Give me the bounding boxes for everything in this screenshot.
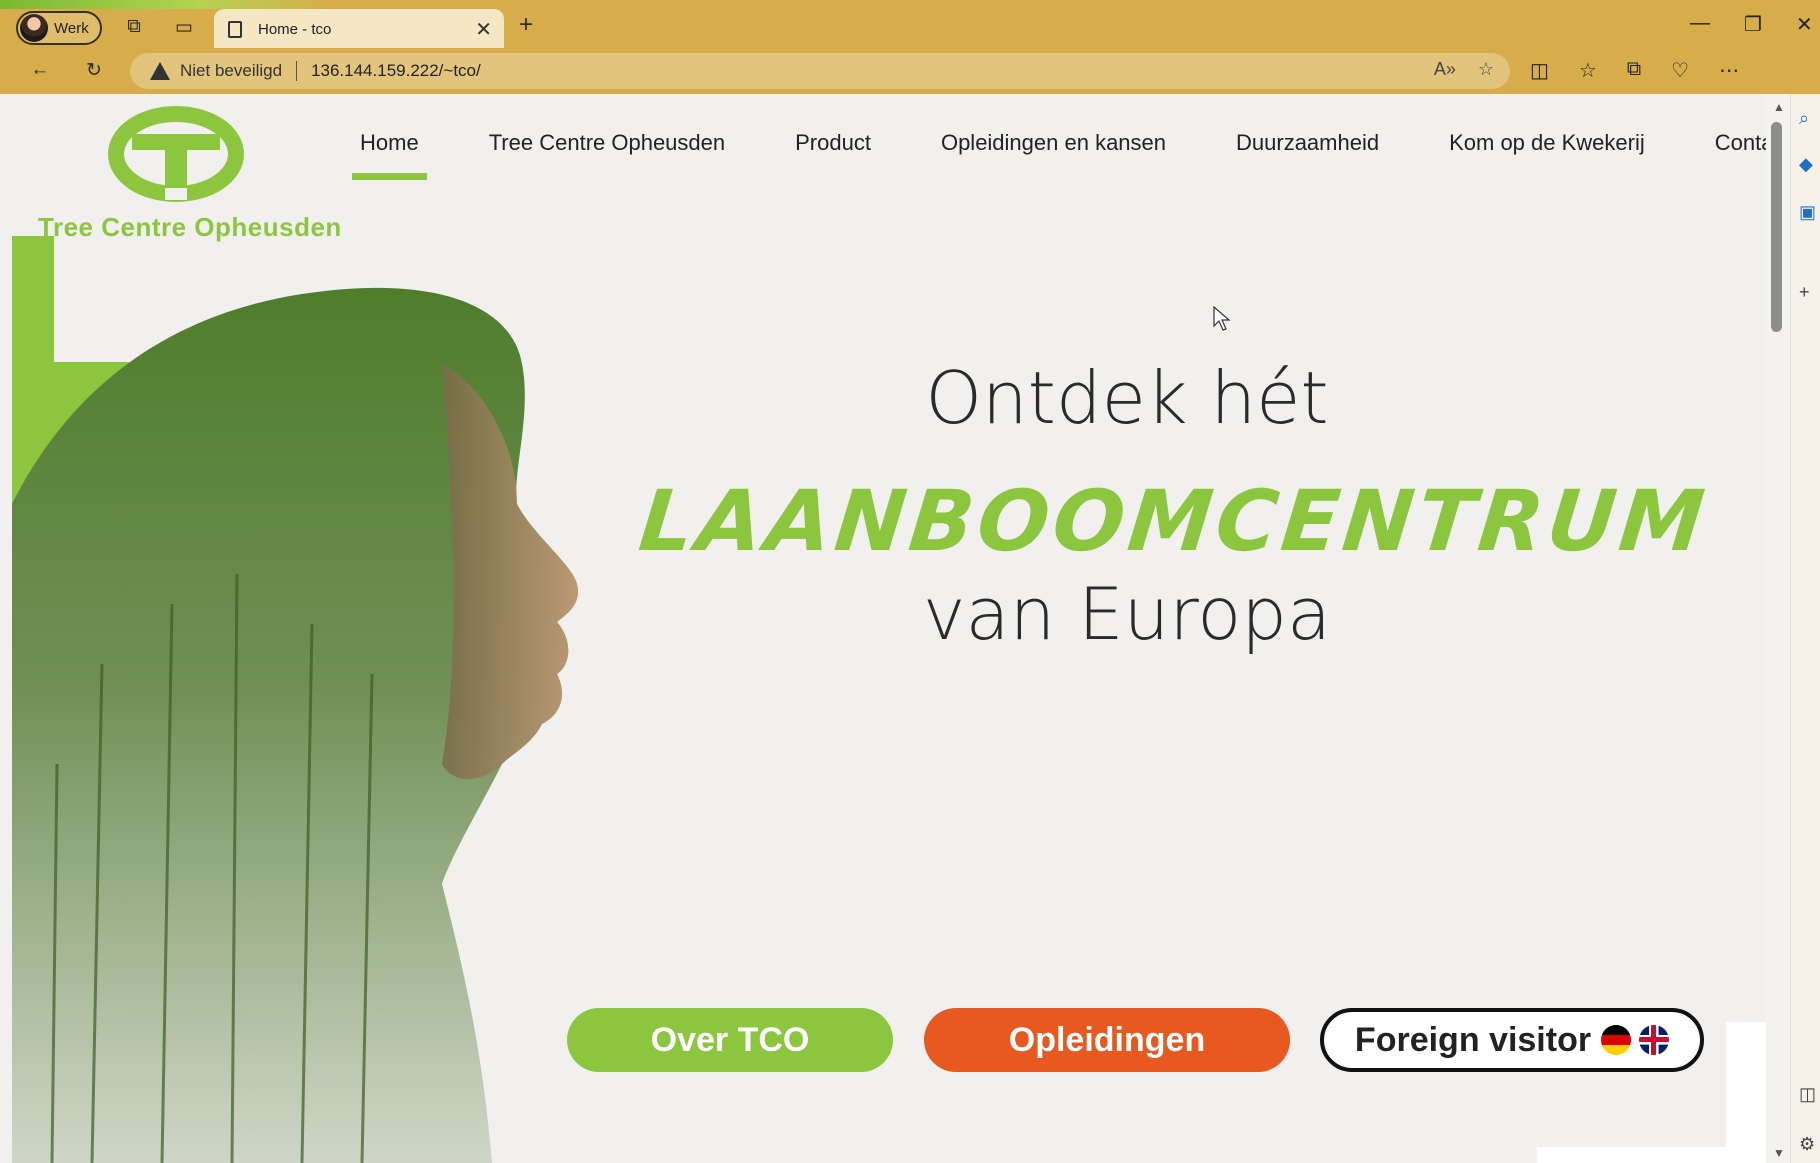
page-icon: [228, 20, 242, 38]
web-page: Tree Centre Opheusden Home Tree Centre O…: [12, 94, 1766, 1163]
scrollbar-thumb[interactable]: [1771, 122, 1782, 332]
address-bar[interactable]: Niet beveiligd 136.144.159.222/~tco/ A» …: [130, 53, 1510, 89]
scroll-up-icon[interactable]: ▲: [1773, 100, 1785, 114]
add-icon[interactable]: +: [1799, 282, 1810, 303]
over-tco-label: Over TCO: [650, 1020, 810, 1059]
workspaces-icon[interactable]: ⧉: [122, 15, 146, 39]
widget-placeholder-bottom: [1537, 1147, 1766, 1163]
nav-product[interactable]: Product: [787, 130, 879, 156]
opleidingen-button[interactable]: Opleidingen: [924, 1008, 1290, 1072]
browser-tab-home[interactable]: Home - tco ✕: [214, 9, 504, 49]
nav-kom-op-de-kwekerij[interactable]: Kom op de Kwekerij: [1441, 130, 1653, 156]
profile-label: Werk: [54, 19, 89, 37]
minimize-icon[interactable]: —: [1690, 12, 1710, 35]
warning-icon: [150, 62, 170, 80]
logo-text: Tree Centre Opheusden: [38, 212, 342, 242]
tab-title: Home - tco: [258, 20, 332, 38]
nav-contact[interactable]: Contact: [1707, 130, 1766, 156]
over-tco-button[interactable]: Over TCO: [567, 1008, 893, 1072]
more-menu-icon[interactable]: ⋯: [1719, 58, 1739, 83]
foreign-visitor-label: Foreign visitor: [1354, 1020, 1592, 1059]
hero-heading-line1: Ontdek hét: [925, 356, 1329, 440]
tab-actions-icon[interactable]: ▭: [172, 15, 196, 39]
opleidingen-label: Opleidingen: [1008, 1020, 1206, 1059]
back-icon[interactable]: ←: [28, 58, 52, 82]
browser-titlebar: Werk ⧉ ▭ Home - tco ✕ + — ❐ ✕: [0, 0, 1820, 49]
url-text[interactable]: 136.144.159.222/~tco/: [311, 61, 481, 81]
restore-icon[interactable]: ❐: [1744, 12, 1762, 37]
close-window-icon[interactable]: ✕: [1796, 12, 1813, 37]
separator: [296, 61, 298, 81]
logo-mark-icon: [108, 106, 244, 202]
main-nav: Home Tree Centre Opheusden Product Oplei…: [352, 130, 1766, 180]
nav-duurzaamheid[interactable]: Duurzaamheid: [1228, 130, 1387, 156]
edge-sidebar: ⌕ ◆ ▣ + ◫ ⚙: [1790, 94, 1820, 1163]
hero-heading-line3: van Europa: [922, 572, 1332, 656]
close-tab-icon[interactable]: ✕: [475, 17, 492, 42]
mouse-cursor-icon: [1213, 306, 1231, 331]
nav-tree-centre-opheusden[interactable]: Tree Centre Opheusden: [481, 130, 733, 156]
favorite-star-icon[interactable]: ☆: [1478, 59, 1494, 80]
hero-brand-heading: LAANBOOMCENTRUM: [634, 472, 1713, 570]
security-label[interactable]: Niet beveiligd: [180, 61, 282, 81]
new-tab-icon[interactable]: +: [514, 11, 538, 38]
german-flag-icon: [1601, 1025, 1632, 1055]
read-aloud-icon[interactable]: A»: [1434, 59, 1456, 80]
widget-placeholder: [1726, 1022, 1766, 1163]
copilot-icon[interactable]: ◆: [1799, 154, 1813, 175]
uk-flag-icon: [1639, 1025, 1670, 1055]
search-icon[interactable]: ⌕: [1799, 108, 1809, 129]
profile-button[interactable]: Werk: [16, 11, 102, 45]
sidebar-toggle-icon[interactable]: ◫: [1799, 1084, 1816, 1105]
settings-gear-icon[interactable]: ⚙: [1799, 1134, 1815, 1155]
collections-icon[interactable]: ⧉: [1627, 58, 1641, 83]
toolbar-icons: ◫ ☆ ⧉ ♡ ⋯: [1530, 58, 1739, 83]
split-screen-icon[interactable]: ◫: [1530, 58, 1549, 83]
outlook-icon[interactable]: ▣: [1799, 202, 1816, 223]
scroll-down-icon[interactable]: ▼: [1773, 1146, 1785, 1160]
refresh-icon[interactable]: ↻: [82, 58, 106, 82]
foreign-visitor-button[interactable]: Foreign visitor: [1320, 1008, 1704, 1072]
nav-opleidingen-en-kansen[interactable]: Opleidingen en kansen: [933, 130, 1174, 156]
avatar: [20, 14, 48, 42]
site-logo[interactable]: Tree Centre Opheusden: [24, 104, 341, 242]
favorites-icon[interactable]: ☆: [1579, 58, 1597, 83]
titlebar-accent: [0, 0, 330, 9]
nav-home[interactable]: Home: [352, 130, 427, 180]
browser-essentials-icon[interactable]: ♡: [1671, 58, 1689, 83]
